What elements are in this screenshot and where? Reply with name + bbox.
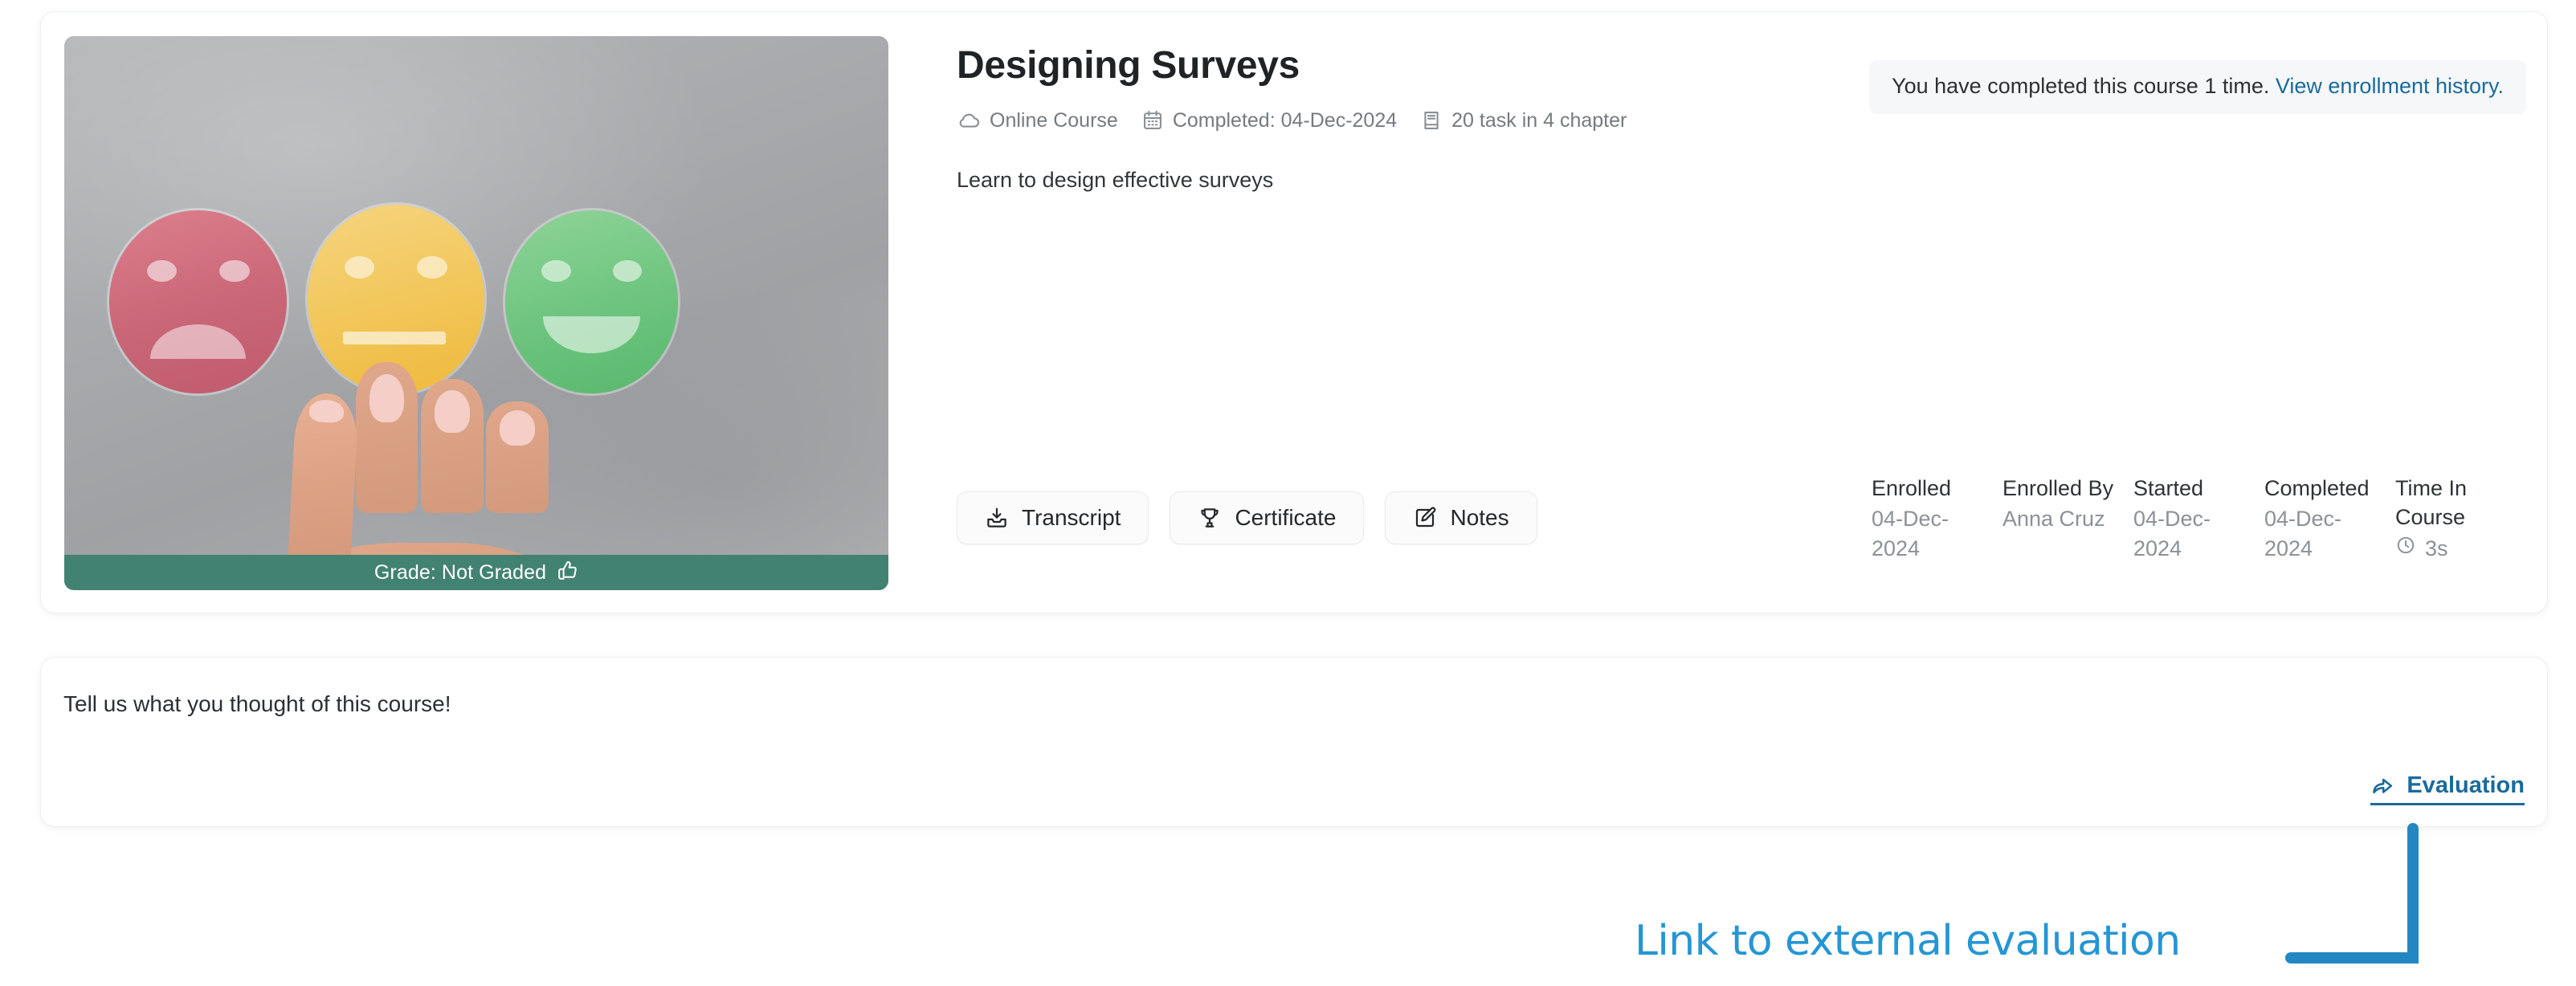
certificate-button[interactable]: Certificate xyxy=(1170,491,1365,544)
stat-enrolled-label: Enrolled xyxy=(1872,475,1952,500)
notes-button[interactable]: Notes xyxy=(1385,491,1537,544)
evaluation-card: Tell us what you thought of this course!… xyxy=(40,657,2548,827)
stat-completed-label: Completed xyxy=(2264,475,2370,500)
meta-delivery-type-label: Online Course xyxy=(990,108,1118,132)
stat-completed-value: 04-Dec-2024 xyxy=(2264,507,2342,560)
certificate-button-label: Certificate xyxy=(1235,504,1337,530)
stat-time-in-course-value-wrap: 3s xyxy=(2395,534,2512,563)
course-action-buttons: Transcript Certificate Notes xyxy=(957,474,1537,544)
course-description: Learn to design effective surveys xyxy=(957,168,1274,193)
course-detail-card: Grade: Not Graded Designing Surveys Onli… xyxy=(40,11,2548,613)
meta-task-count: 20 task in 4 chapter xyxy=(1420,109,1627,132)
transcript-button-label: Transcript xyxy=(1022,504,1121,530)
stat-started-value: 04-Dec-2024 xyxy=(2133,507,2211,560)
evaluation-link-label: Evaluation xyxy=(2407,772,2525,798)
stat-started: Started 04-Dec-2024 xyxy=(2133,474,2264,563)
evaluation-link[interactable]: Evaluation xyxy=(2370,772,2525,805)
cloud-icon xyxy=(957,108,981,132)
trophy-icon xyxy=(1198,506,1222,530)
calendar-icon xyxy=(1141,109,1164,132)
note-edit-icon xyxy=(1413,506,1437,530)
stat-started-label: Started xyxy=(2133,475,2204,500)
transcript-button[interactable]: Transcript xyxy=(957,491,1149,544)
meta-completed-date-label: Completed: 04-Dec-2024 xyxy=(1172,108,1398,132)
stat-enrolled: Enrolled 04-Dec-2024 xyxy=(1872,474,2002,563)
annotation-connector-vertical xyxy=(2407,823,2419,964)
annotation-label: Link to external evaluation xyxy=(1635,917,2181,965)
grade-status-bar: Grade: Not Graded xyxy=(64,555,888,590)
meta-task-count-label: 20 task in 4 chapter xyxy=(1451,108,1627,132)
notes-button-label: Notes xyxy=(1450,504,1509,530)
evaluation-prompt: Tell us what you thought of this course! xyxy=(63,691,451,716)
stat-enrolled-by: Enrolled By Anna Cruz xyxy=(2002,474,2133,563)
stat-enrolled-by-value: Anna Cruz xyxy=(2002,507,2105,532)
enrollment-notice-text: You have completed this course 1 time. xyxy=(1892,74,2270,98)
course-actions-and-stats: Transcript Certificate Notes Enrolled 04… xyxy=(957,474,2526,563)
stat-enrolled-by-label: Enrolled By xyxy=(2002,475,2114,500)
stat-time-in-course-label: Time In Course xyxy=(2395,475,2468,530)
stat-enrolled-value: 04-Dec-2024 xyxy=(1872,507,1949,560)
stat-completed: Completed 04-Dec-2024 xyxy=(2264,474,2395,563)
meta-completed-date: Completed: 04-Dec-2024 xyxy=(1141,109,1397,132)
view-enrollment-history-link[interactable]: View enrollment history. xyxy=(2276,74,2504,98)
sad-face-icon xyxy=(109,210,287,394)
enrollment-stats: Enrolled 04-Dec-2024 Enrolled By Anna Cr… xyxy=(1872,474,2526,563)
clock-icon xyxy=(2395,534,2416,563)
thumbs-up-icon xyxy=(557,560,578,586)
book-icon xyxy=(1420,109,1443,132)
stat-time-in-course-value: 3s xyxy=(2425,536,2448,560)
share-arrow-icon xyxy=(2370,773,2395,798)
course-thumbnail-image xyxy=(64,36,888,590)
page-root: Grade: Not Graded Designing Surveys Onli… xyxy=(0,0,2576,986)
stat-time-in-course: Time In Course 3s xyxy=(2395,474,2526,563)
grade-label: Grade: Not Graded xyxy=(374,560,547,584)
enrollment-notice: You have completed this course 1 time. V… xyxy=(1869,60,2526,114)
download-icon xyxy=(985,506,1009,530)
happy-face-icon xyxy=(504,210,679,394)
course-thumbnail: Grade: Not Graded xyxy=(64,36,888,590)
meta-delivery-type: Online Course xyxy=(957,108,1118,132)
annotation-connector-horizontal xyxy=(2285,952,2414,964)
